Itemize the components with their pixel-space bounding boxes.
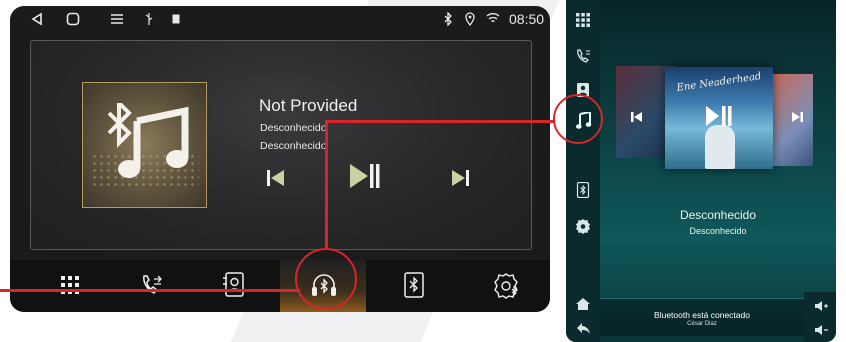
track-title: Not Provided	[259, 96, 358, 115]
track-artist: Desconhecido	[260, 122, 327, 134]
callout-line-top	[325, 120, 555, 123]
track-album: Desconhecido	[260, 140, 327, 152]
sd-card-icon	[172, 14, 180, 24]
album-art	[82, 82, 207, 208]
volume-controls	[804, 292, 836, 342]
bluetooth-status-bar: Bluetooth está conectado César Diaz	[600, 298, 804, 336]
play-pause-icon[interactable]	[350, 163, 380, 189]
back-icon[interactable]	[575, 320, 591, 336]
callout-line-left	[0, 289, 300, 292]
wifi-icon	[486, 13, 500, 23]
nav-settings[interactable]	[476, 260, 536, 312]
bluetooth-icon	[444, 12, 452, 26]
next-icon[interactable]	[791, 111, 803, 123]
location-icon	[465, 12, 475, 26]
next-icon[interactable]	[452, 169, 470, 187]
play-pause-icon[interactable]	[705, 105, 733, 127]
callout-line-vertical	[325, 120, 328, 248]
nav-contacts[interactable]	[204, 260, 264, 312]
phone-transfer-icon	[143, 275, 162, 294]
bluetooth-phone-icon	[404, 272, 424, 298]
volume-down-icon[interactable]	[814, 324, 828, 336]
previous-icon[interactable]	[631, 111, 643, 123]
right-head-unit-screen: Ene Neaderhead Desconhecido Desconhecido…	[566, 0, 836, 342]
bluetooth-phone-icon[interactable]	[575, 182, 591, 198]
track-artist: Desconhecido	[689, 226, 747, 236]
home-icon[interactable]	[575, 296, 591, 312]
right-sidebar	[566, 0, 600, 342]
previous-icon[interactable]	[267, 169, 285, 187]
nav-apps[interactable]	[40, 260, 100, 312]
callout-circle-left	[295, 248, 357, 310]
volume-up-icon[interactable]	[814, 300, 828, 312]
settings-icon[interactable]	[575, 218, 591, 234]
device-name: César Diaz	[687, 321, 717, 327]
usb-icon	[145, 13, 153, 25]
bottom-nav	[10, 260, 550, 312]
bluetooth-music-icon	[107, 103, 189, 178]
bluetooth-status-text: Bluetooth está conectado	[654, 310, 750, 320]
clock: 08:50	[509, 11, 545, 27]
left-head-unit-screen: 08:50 Not Provided Desconhecido Desconhe…	[10, 6, 550, 312]
nav-bluetooth-phone[interactable]	[384, 260, 444, 312]
back-icon[interactable]	[30, 12, 44, 26]
page: 08:50 Not Provided Desconhecido Desconhe…	[0, 0, 846, 342]
track-title: Desconhecido	[679, 208, 757, 222]
music-note-icon[interactable]	[576, 112, 592, 130]
album-cover-figure	[705, 125, 735, 169]
status-bar: 08:50	[10, 6, 550, 32]
home-icon[interactable]	[66, 12, 80, 26]
contacts-icon	[223, 272, 244, 297]
nav-phone[interactable]	[122, 260, 182, 312]
album-cover-text: Ene Neaderhead	[675, 71, 762, 94]
settings-bluetooth-icon	[494, 273, 518, 299]
calls-icon[interactable]	[575, 48, 591, 64]
menu-icon[interactable]	[110, 12, 124, 26]
apps-grid-icon[interactable]	[575, 12, 591, 28]
